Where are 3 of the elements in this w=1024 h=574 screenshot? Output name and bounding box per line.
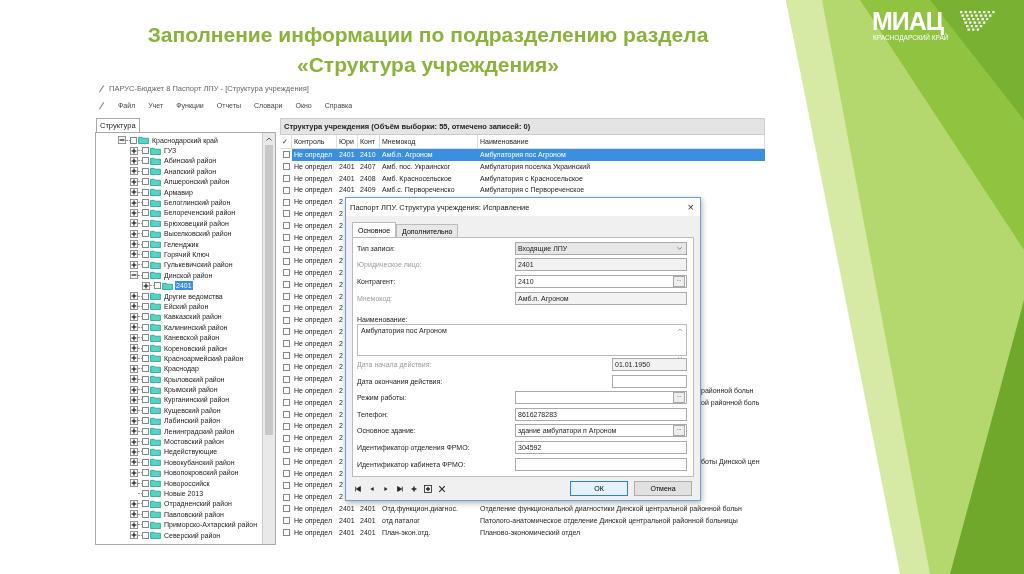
logo-text: МИАЦ: [872, 8, 944, 34]
slide-title: «Структура учреждения»: [296, 52, 560, 78]
slide-title: Заполнение информации по подразделению раздела: [146, 22, 710, 48]
